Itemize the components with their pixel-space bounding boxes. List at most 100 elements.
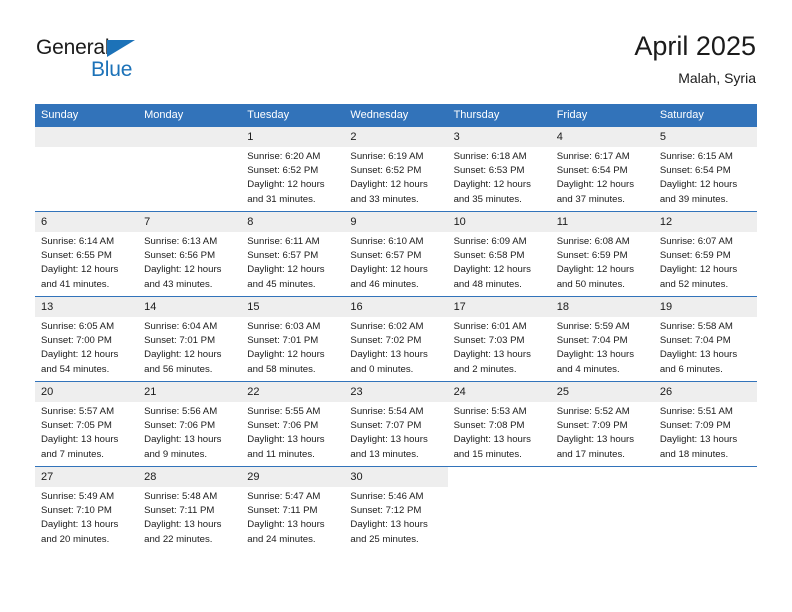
calendar-cell-empty xyxy=(447,466,551,551)
day-daylight1-text: Daylight: 12 hours xyxy=(350,179,428,191)
calendar-day-cell[interactable]: 28 Sunrise: 5:48 AM Sunset: 7:11 PM Dayligh… xyxy=(138,466,242,551)
calendar-day-cell[interactable]: 1 Sunrise: 6:20 AM Sunset: 6:52 PM Daylight… xyxy=(241,127,345,212)
calendar-day-cell[interactable]: 4 Sunrise: 6:17 AM Sunset: 6:54 PM Daylight… xyxy=(550,127,654,212)
calendar-day-cell[interactable]: 26 Sunrise: 5:51 AM Sunset: 7:09 PM Dayligh… xyxy=(653,381,757,467)
calendar-day-cell[interactable]: 29 Sunrise: 5:47 AM Sunset: 7:11 PM Dayligh… xyxy=(241,466,345,551)
day-sunrise-text: Sunrise: 5:46 AM xyxy=(350,491,424,502)
day-sunrise-text: Sunrise: 5:48 AM xyxy=(144,491,218,502)
day-daylight1-text: Daylight: 12 hours xyxy=(659,264,738,276)
day-sunset-text: Sunset: 6:52 PM xyxy=(350,165,422,177)
day-sunset-text: Sunset: 6:52 PM xyxy=(247,165,319,177)
calendar-day-cell[interactable]: 8 Sunrise: 6:11 AM Sunset: 6:57 PM Daylight… xyxy=(241,211,345,297)
logo-triangle-icon xyxy=(107,40,135,57)
calendar-day-cell[interactable]: 24 Sunrise: 5:53 AM Sunset: 7:08 PM Dayligh… xyxy=(447,381,551,467)
day-number: 8 xyxy=(241,212,345,232)
calendar-day-cell[interactable]: 5 Sunrise: 6:15 AM Sunset: 6:54 PM Daylight… xyxy=(653,127,757,212)
calendar-day-cell[interactable]: 20 Sunrise: 5:57 AM Sunset: 7:05 PM Dayligh… xyxy=(35,381,139,467)
day-daylight2-text: and 11 minutes. xyxy=(247,448,315,460)
calendar-day-cell[interactable]: 27 Sunrise: 5:49 AM Sunset: 7:10 PM Dayligh… xyxy=(35,466,139,551)
day-sunrise-text: Sunrise: 6:08 AM xyxy=(556,236,630,247)
day-details: Sunrise: 6:17 AM Sunset: 6:54 PM Daylight:… xyxy=(551,147,654,207)
day-details: Sunrise: 5:51 AM Sunset: 7:09 PM Daylight:… xyxy=(654,402,757,462)
calendar-day-cell[interactable]: 21 Sunrise: 5:56 AM Sunset: 7:06 PM Dayligh… xyxy=(138,381,242,467)
calendar-day-cell[interactable]: 13 Sunrise: 6:05 AM Sunset: 7:00 PM Dayligh… xyxy=(35,296,139,382)
day-details: Sunrise: 6:19 AM Sunset: 6:52 PM Daylight:… xyxy=(344,147,447,207)
calendar-day-cell[interactable]: 17 Sunrise: 6:01 AM Sunset: 7:03 PM Dayligh… xyxy=(447,296,551,382)
day-sunset-text: Sunset: 6:54 PM xyxy=(556,165,628,177)
day-daylight2-text: and 7 minutes. xyxy=(41,448,104,460)
day-sunset-text: Sunset: 7:11 PM xyxy=(144,505,215,517)
day-details: Sunrise: 6:13 AM Sunset: 6:56 PM Daylight:… xyxy=(138,232,241,292)
day-daylight1-text: Daylight: 13 hours xyxy=(350,434,428,446)
calendar-header-row: Sunday Monday Tuesday Wednesday Thursday Frid… xyxy=(35,104,757,127)
day-number: 19 xyxy=(653,297,757,317)
day-number: 1 xyxy=(241,127,345,147)
calendar-day-cell[interactable]: 25 Sunrise: 5:52 AM Sunset: 7:09 PM Dayligh… xyxy=(550,381,654,467)
calendar-day-cell[interactable]: 19 Sunrise: 5:58 AM Sunset: 7:04 PM Dayligh… xyxy=(653,296,757,382)
calendar-day-cell[interactable]: 6 Sunrise: 6:14 AM Sunset: 6:55 PM Daylight… xyxy=(35,211,139,297)
calendar-day-cell[interactable]: 3 Sunrise: 6:18 AM Sunset: 6:53 PM Daylight… xyxy=(447,127,551,212)
calendar-cell-empty xyxy=(550,466,654,551)
day-details: Sunrise: 5:46 AM Sunset: 7:12 PM Daylight:… xyxy=(344,487,447,547)
day-number: 18 xyxy=(550,297,654,317)
weekday-header-wednesday: Wednesday xyxy=(344,104,448,127)
day-number: 6 xyxy=(35,212,139,232)
day-sunrise-text: Sunrise: 5:52 AM xyxy=(556,406,630,417)
day-sunrise-text: Sunrise: 6:14 AM xyxy=(41,236,115,247)
calendar-day-cell[interactable]: 7 Sunrise: 6:13 AM Sunset: 6:56 PM Daylight… xyxy=(138,211,242,297)
day-daylight2-text: and 41 minutes. xyxy=(41,278,110,290)
day-number: 10 xyxy=(447,212,551,232)
general-blue-logo[interactable]: General Blue xyxy=(36,36,166,84)
day-daylight1-text: Daylight: 13 hours xyxy=(144,434,222,446)
calendar-day-cell[interactable]: 11 Sunrise: 6:08 AM Sunset: 6:59 PM Dayligh… xyxy=(550,211,654,297)
day-sunrise-text: Sunrise: 6:17 AM xyxy=(556,151,630,162)
calendar-day-cell[interactable]: 10 Sunrise: 6:09 AM Sunset: 6:58 PM Dayligh… xyxy=(447,211,551,297)
day-sunrise-text: Sunrise: 5:53 AM xyxy=(453,406,527,417)
day-sunset-text: Sunset: 6:57 PM xyxy=(247,250,319,262)
logo-text-blue: Blue xyxy=(91,58,133,81)
calendar-day-cell[interactable]: 15 Sunrise: 6:03 AM Sunset: 7:01 PM Dayligh… xyxy=(241,296,345,382)
day-number: 27 xyxy=(35,467,139,487)
day-number: 24 xyxy=(447,382,551,402)
day-daylight1-text: Daylight: 13 hours xyxy=(556,349,635,361)
day-daylight2-text: and 22 minutes. xyxy=(144,533,213,545)
calendar-day-cell[interactable]: 23 Sunrise: 5:54 AM Sunset: 7:07 PM Dayligh… xyxy=(344,381,448,467)
day-sunset-text: Sunset: 7:01 PM xyxy=(247,335,319,347)
calendar-day-cell[interactable]: 2 Sunrise: 6:19 AM Sunset: 6:52 PM Daylight… xyxy=(344,127,448,212)
day-daylight1-text: Daylight: 12 hours xyxy=(247,179,325,191)
day-details: Sunrise: 6:03 AM Sunset: 7:01 PM Daylight:… xyxy=(241,317,344,377)
day-daylight2-text: and 2 minutes. xyxy=(453,363,517,375)
weekday-header-thursday: Thursday xyxy=(447,104,551,127)
day-sunrise-text: Sunrise: 5:47 AM xyxy=(247,491,321,502)
day-details: Sunrise: 6:02 AM Sunset: 7:02 PM Daylight:… xyxy=(344,317,447,377)
day-daylight2-text: and 52 minutes. xyxy=(659,278,729,290)
calendar-day-cell[interactable]: 12 Sunrise: 6:07 AM Sunset: 6:59 PM Dayligh… xyxy=(653,211,757,297)
calendar-day-cell[interactable]: 22 Sunrise: 5:55 AM Sunset: 7:06 PM Dayligh… xyxy=(241,381,345,467)
day-sunset-text: Sunset: 7:01 PM xyxy=(144,335,216,347)
calendar-day-cell[interactable]: 16 Sunrise: 6:02 AM Sunset: 7:02 PM Dayligh… xyxy=(344,296,448,382)
day-details: Sunrise: 6:05 AM Sunset: 7:00 PM Daylight:… xyxy=(35,317,138,377)
day-number: 21 xyxy=(138,382,242,402)
day-daylight1-text: Daylight: 12 hours xyxy=(247,349,325,361)
weekday-header-sunday: Sunday xyxy=(35,104,139,127)
page-subtitle: Malah, Syria xyxy=(678,70,756,86)
day-daylight2-text: and 6 minutes. xyxy=(659,363,723,375)
day-sunset-text: Sunset: 7:09 PM xyxy=(556,420,628,432)
day-sunrise-text: Sunrise: 6:20 AM xyxy=(247,151,321,162)
day-sunset-text: Sunset: 7:02 PM xyxy=(350,335,422,347)
day-sunset-text: Sunset: 6:56 PM xyxy=(144,250,216,262)
day-details: Sunrise: 6:18 AM Sunset: 6:53 PM Daylight:… xyxy=(448,147,551,207)
day-daylight1-text: Daylight: 12 hours xyxy=(659,179,738,191)
calendar-day-cell[interactable]: 18 Sunrise: 5:59 AM Sunset: 7:04 PM Dayligh… xyxy=(550,296,654,382)
day-sunset-text: Sunset: 6:55 PM xyxy=(41,250,112,262)
day-number: 11 xyxy=(550,212,654,232)
day-sunrise-text: Sunrise: 6:10 AM xyxy=(350,236,424,247)
calendar-week-row: 20 Sunrise: 5:57 AM Sunset: 7:05 PM Dayligh… xyxy=(35,381,757,467)
day-daylight2-text: and 39 minutes. xyxy=(659,193,729,205)
day-daylight1-text: Daylight: 13 hours xyxy=(41,434,119,446)
day-number: 23 xyxy=(344,382,448,402)
calendar-day-cell[interactable]: 9 Sunrise: 6:10 AM Sunset: 6:57 PM Daylight… xyxy=(344,211,448,297)
day-number xyxy=(35,127,139,147)
calendar-day-cell[interactable]: 30 Sunrise: 5:46 AM Sunset: 7:12 PM Dayligh… xyxy=(344,466,448,551)
calendar-day-cell[interactable]: 14 Sunrise: 6:04 AM Sunset: 7:01 PM Dayligh… xyxy=(138,296,242,382)
